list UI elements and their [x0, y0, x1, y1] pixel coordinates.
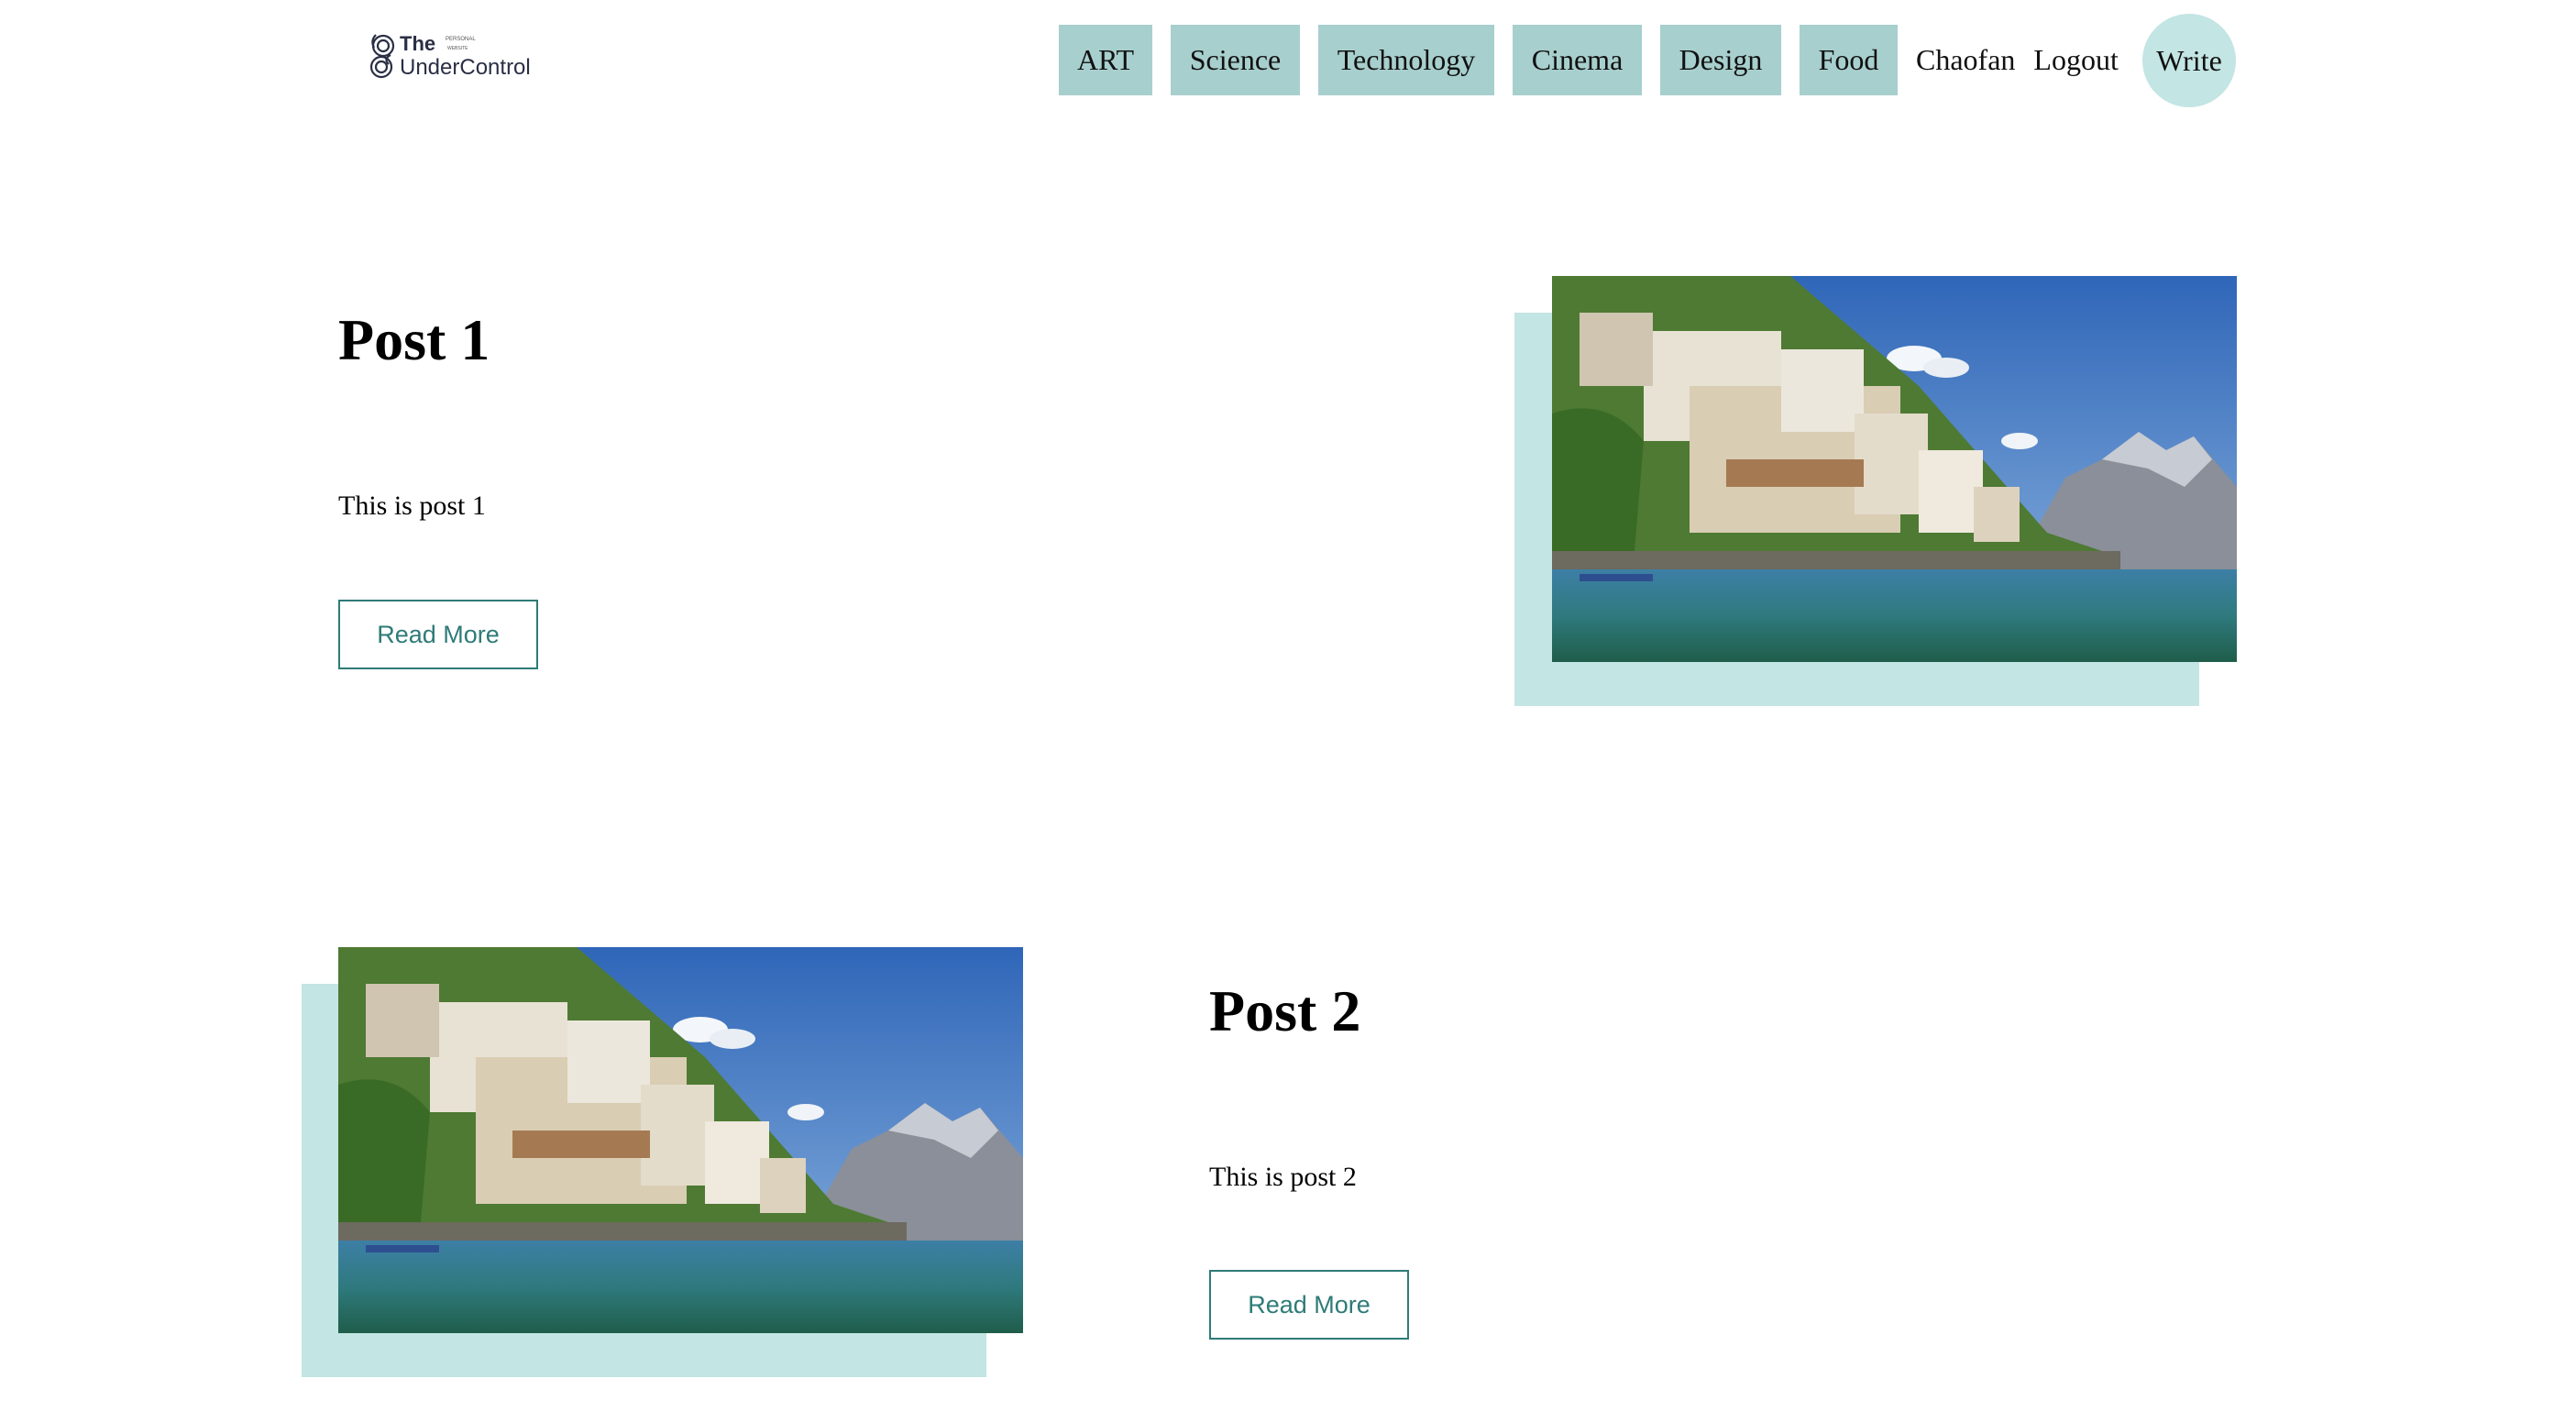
nav-category-science[interactable]: Science	[1171, 25, 1300, 95]
nav-user-name[interactable]: Chaofan	[1916, 43, 2015, 77]
nav-category-food[interactable]: Food	[1800, 25, 1898, 95]
write-button[interactable]: Write	[2142, 14, 2236, 107]
post-excerpt: This is post 1	[338, 491, 486, 521]
post-title[interactable]: Post 1	[338, 306, 490, 374]
post-title[interactable]: Post 2	[1209, 977, 1360, 1045]
nav-category-technology[interactable]: Technology	[1318, 25, 1494, 95]
post-excerpt: This is post 2	[1209, 1162, 1357, 1192]
nav-category-art[interactable]: ART	[1059, 25, 1152, 95]
nav-category-design[interactable]: Design	[1660, 25, 1781, 95]
site-logo[interactable]: The PERSONAL WEBSITE UnderControl	[363, 28, 556, 83]
post-image[interactable]	[338, 947, 1023, 1333]
brand-line1: The	[400, 32, 435, 55]
flower-logo-icon	[369, 34, 395, 79]
nav-category-cinema[interactable]: Cinema	[1513, 25, 1642, 95]
brand-tagline-top: PERSONAL	[446, 37, 476, 42]
read-more-button[interactable]: Read More	[1209, 1270, 1409, 1340]
read-more-button[interactable]: Read More	[338, 600, 538, 669]
nav-logout-link[interactable]: Logout	[2033, 43, 2118, 77]
brand-tagline-bottom: WEBSITE	[447, 46, 468, 51]
post-image[interactable]	[1552, 276, 2237, 662]
main-nav: ART Science Technology Cinema Design Foo…	[1059, 25, 2119, 95]
brand-line2: UnderControl	[400, 55, 531, 80]
